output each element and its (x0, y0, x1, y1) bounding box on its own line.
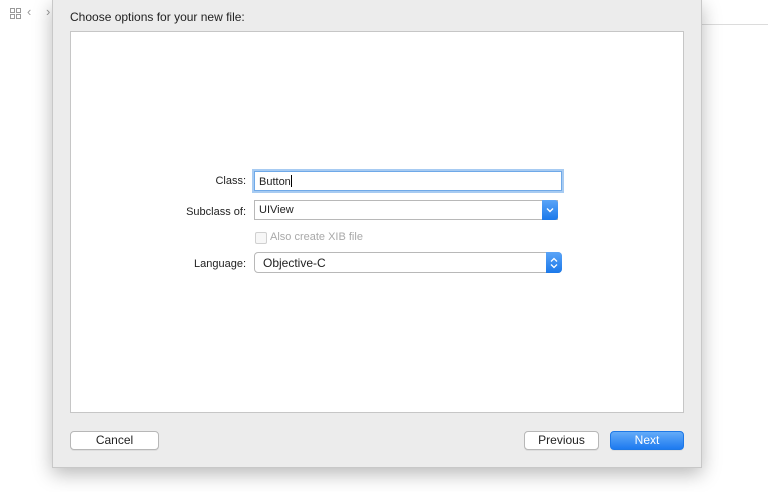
chevron-left-icon[interactable]: ‹ (27, 5, 31, 18)
create-xib-checkbox[interactable] (255, 232, 267, 244)
language-label: Language: (194, 258, 246, 270)
subclass-combobox[interactable]: UIView (254, 200, 558, 220)
text-caret (290, 175, 292, 187)
class-name-field[interactable]: Button (254, 171, 562, 191)
previous-button[interactable]: Previous (524, 431, 599, 450)
new-file-sheet: Choose options for your new file: Class:… (52, 0, 702, 468)
language-popup[interactable]: Objective-C (254, 252, 562, 273)
cancel-button[interactable]: Cancel (70, 431, 159, 450)
subclass-value: UIView (259, 204, 294, 216)
toolbar-divider (700, 24, 768, 25)
create-xib-label: Also create XIB file (270, 231, 363, 243)
subclass-label: Subclass of: (186, 206, 246, 218)
options-panel: Class: Button Subclass of: UIView Also c… (70, 31, 684, 413)
sheet-title: Choose options for your new file: (70, 10, 245, 24)
chevron-right-icon[interactable]: › (46, 5, 50, 18)
up-down-arrows-icon[interactable] (546, 252, 562, 273)
class-name-value: Button (259, 176, 291, 188)
language-value: Objective-C (263, 256, 326, 270)
chevron-down-icon[interactable] (542, 200, 558, 220)
grid-icon[interactable] (10, 8, 21, 19)
class-label: Class: (215, 175, 246, 187)
next-button[interactable]: Next (610, 431, 684, 450)
